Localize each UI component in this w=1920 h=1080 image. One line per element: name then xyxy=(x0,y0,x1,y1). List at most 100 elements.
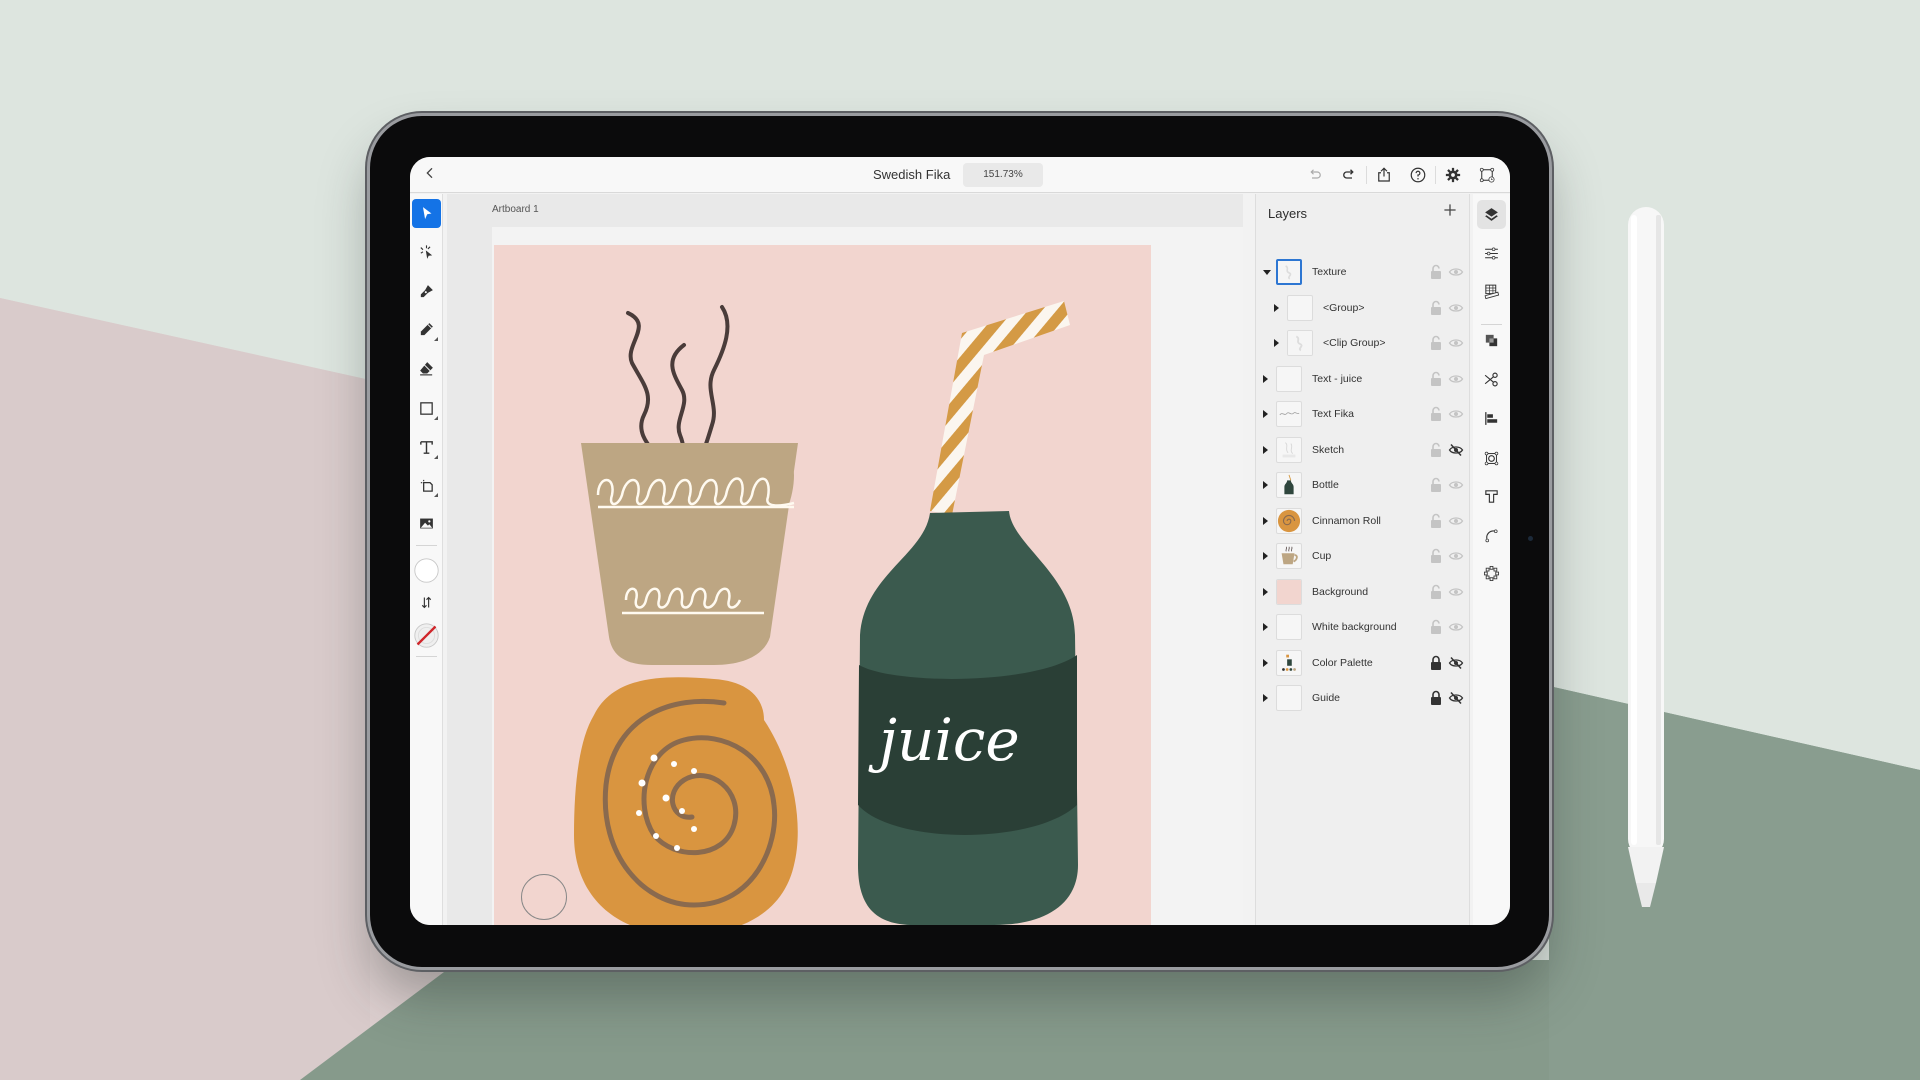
expand-caret-icon[interactable] xyxy=(1274,303,1279,312)
expand-caret-icon[interactable] xyxy=(1263,481,1268,489)
rail-type-properties[interactable] xyxy=(1477,482,1506,511)
tool-place-image[interactable] xyxy=(412,509,441,538)
artboard-icon xyxy=(1479,167,1495,183)
lock-open-icon[interactable] xyxy=(1428,584,1444,600)
artboard-label[interactable]: Artboard 1 xyxy=(492,204,539,215)
eye-icon[interactable] xyxy=(1448,477,1464,493)
layer-row[interactable]: Cup xyxy=(1256,539,1471,573)
layer-thumbnail xyxy=(1276,401,1302,427)
eye-icon[interactable] xyxy=(1448,513,1464,529)
layer-thumbnail xyxy=(1276,614,1302,640)
image-icon xyxy=(420,518,433,529)
divider xyxy=(416,545,437,546)
expand-caret-icon[interactable] xyxy=(1263,623,1268,631)
rail-align[interactable] xyxy=(1477,404,1506,433)
tool-pencil[interactable] xyxy=(412,315,441,344)
fill-swatch-icon xyxy=(414,558,439,583)
tool-pen[interactable] xyxy=(412,277,441,306)
eye-icon[interactable] xyxy=(1448,548,1464,564)
lock-open-icon[interactable] xyxy=(1428,548,1444,564)
tool-direct-selection[interactable] xyxy=(412,238,441,267)
rail-cut[interactable] xyxy=(1477,365,1506,394)
lock-open-icon[interactable] xyxy=(1428,371,1444,387)
eye-hidden-icon[interactable] xyxy=(1448,442,1464,458)
eye-icon[interactable] xyxy=(1448,264,1464,280)
tool-type[interactable] xyxy=(412,433,441,462)
expand-caret-icon[interactable] xyxy=(1263,445,1268,454)
canvas[interactable]: Artboard 1 juice xyxy=(447,194,1243,925)
align-icon xyxy=(1485,412,1498,425)
undo-button[interactable] xyxy=(1298,163,1332,187)
layer-row[interactable]: White background xyxy=(1256,610,1471,644)
undo-icon xyxy=(1310,169,1321,179)
expand-caret-icon[interactable] xyxy=(1263,552,1268,560)
layer-row[interactable]: Bottle xyxy=(1256,468,1471,502)
artwork[interactable]: juice xyxy=(494,245,1151,925)
layer-row[interactable]: Texture xyxy=(1256,255,1471,289)
eye-hidden-icon[interactable] xyxy=(1448,655,1464,671)
rail-layers[interactable] xyxy=(1477,200,1506,229)
help-button[interactable] xyxy=(1401,163,1435,187)
stroke-color-swatch[interactable] xyxy=(412,621,441,650)
tool-eraser[interactable] xyxy=(412,354,441,383)
tool-rectangle[interactable] xyxy=(412,394,441,423)
add-layer-button[interactable] xyxy=(1439,200,1461,222)
top-bar: Swedish Fika 151.73% xyxy=(410,157,1510,193)
layer-row[interactable]: Color Palette xyxy=(1256,646,1471,680)
layer-row[interactable]: <Group> xyxy=(1256,291,1471,325)
eye-icon[interactable] xyxy=(1448,335,1464,351)
lock-open-icon[interactable] xyxy=(1428,442,1444,458)
lock-open-icon[interactable] xyxy=(1428,264,1444,280)
lock-open-icon[interactable] xyxy=(1428,477,1444,493)
share-button[interactable] xyxy=(1367,163,1401,187)
panel-rail xyxy=(1473,194,1510,925)
collapse-caret-icon[interactable] xyxy=(1263,270,1271,275)
eye-icon[interactable] xyxy=(1448,406,1464,422)
tool-selection[interactable] xyxy=(412,199,441,228)
eye-icon[interactable] xyxy=(1448,619,1464,635)
rail-pathfinder[interactable] xyxy=(1477,326,1506,355)
layer-row[interactable]: Sketch xyxy=(1256,433,1471,467)
lock-closed-icon[interactable] xyxy=(1428,690,1444,706)
layer-thumbnail xyxy=(1276,649,1302,676)
touch-shortcut-ring[interactable] xyxy=(521,874,567,920)
rail-image-trace[interactable] xyxy=(1477,444,1506,473)
swap-fill-stroke-icon xyxy=(421,596,432,609)
lock-open-icon[interactable] xyxy=(1428,406,1444,422)
redo-button[interactable] xyxy=(1332,163,1366,187)
expand-caret-icon[interactable] xyxy=(1263,658,1268,667)
layer-row[interactable]: Cinnamon Roll xyxy=(1256,504,1471,538)
expand-caret-icon[interactable] xyxy=(1263,516,1268,525)
eye-icon[interactable] xyxy=(1448,584,1464,600)
artboards-button[interactable] xyxy=(1470,163,1504,187)
settings-button[interactable] xyxy=(1436,163,1470,187)
lock-open-icon[interactable] xyxy=(1428,513,1444,529)
layer-row[interactable]: Guide xyxy=(1256,681,1471,715)
tool-transform[interactable] xyxy=(412,471,441,500)
expand-caret-icon[interactable] xyxy=(1263,410,1268,418)
back-button[interactable] xyxy=(418,163,442,187)
rail-properties[interactable] xyxy=(1477,239,1506,268)
zoom-level[interactable]: 151.73% xyxy=(963,163,1043,187)
layers-title: Layers xyxy=(1268,206,1308,221)
fill-color-swatch[interactable] xyxy=(412,556,441,585)
layer-row[interactable]: Text - juice xyxy=(1256,362,1471,396)
eye-icon[interactable] xyxy=(1448,371,1464,387)
swap-fill-stroke-button[interactable] xyxy=(412,588,441,617)
eye-icon[interactable] xyxy=(1448,300,1464,316)
expand-caret-icon[interactable] xyxy=(1263,587,1268,596)
rail-path[interactable] xyxy=(1477,521,1506,550)
expand-caret-icon[interactable] xyxy=(1263,374,1268,383)
lock-closed-icon[interactable] xyxy=(1428,655,1444,671)
expand-caret-icon[interactable] xyxy=(1274,339,1279,347)
lock-open-icon[interactable] xyxy=(1428,619,1444,635)
expand-caret-icon[interactable] xyxy=(1263,694,1268,702)
rail-repeat[interactable] xyxy=(1477,559,1506,588)
layer-row[interactable]: Background xyxy=(1256,575,1471,609)
layer-row[interactable]: Text Fika xyxy=(1256,397,1471,431)
layer-row[interactable]: <Clip Group> xyxy=(1256,326,1471,360)
eye-hidden-icon[interactable] xyxy=(1448,690,1464,706)
rail-grids[interactable] xyxy=(1477,277,1506,306)
lock-open-icon[interactable] xyxy=(1428,300,1444,316)
lock-open-icon[interactable] xyxy=(1428,335,1444,351)
